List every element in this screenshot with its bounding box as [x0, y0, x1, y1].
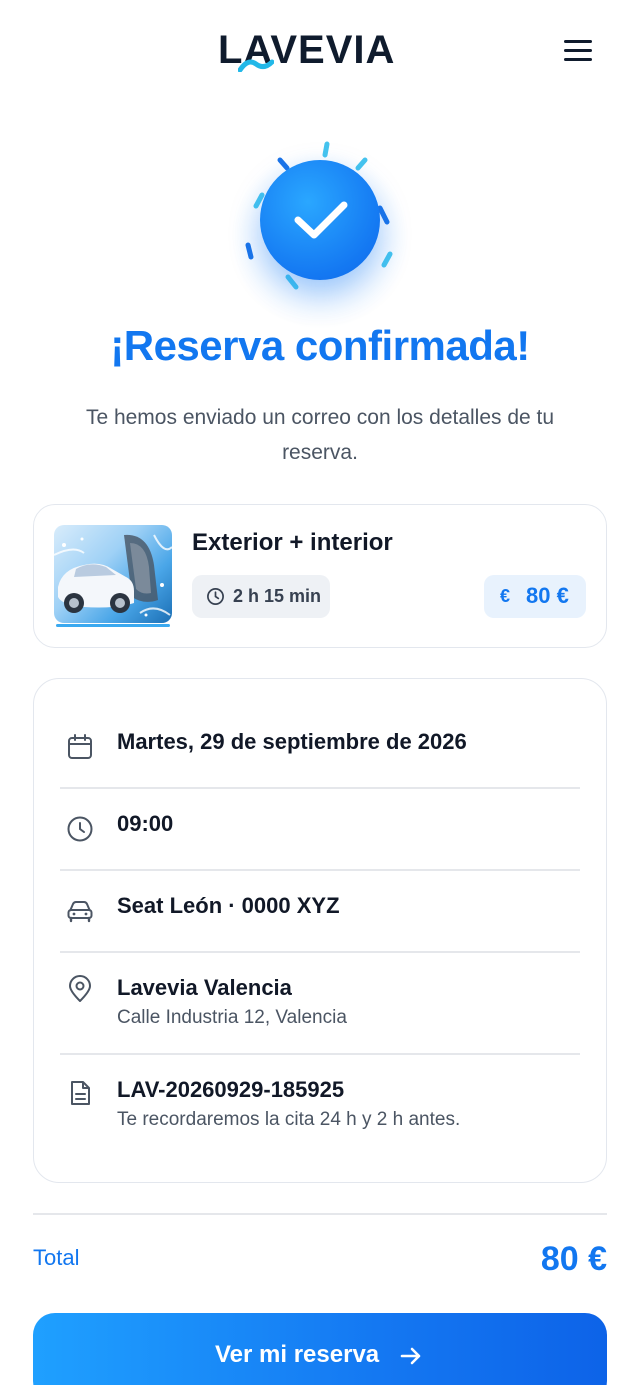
duration-badge: 2 h 15 min [192, 575, 330, 618]
detail-row-time: 09:00 [60, 811, 580, 851]
detail-row-date: Martes, 29 de septiembre de 2026 [60, 729, 580, 769]
page-title: ¡Reserva confirmada! [110, 322, 530, 369]
checkmark-icon [294, 201, 348, 239]
reminder-note: Te recordaremos la cita 24 h y 2 h antes… [117, 1109, 461, 1130]
location-name: Lavevia Valencia [117, 975, 292, 1000]
location-address: Calle Industria 12, Valencia [117, 1007, 347, 1028]
divider [33, 1213, 607, 1215]
clock-icon [67, 816, 93, 842]
detail-row-location: Lavevia Valencia Calle Industria 12, Val… [60, 975, 580, 1035]
image-accent-line [56, 624, 170, 627]
booking-reference: LAV-20260929-185925 [117, 1077, 345, 1102]
booking-time: 09:00 [117, 811, 174, 836]
brand-logo[interactable]: LAVEVIA [218, 28, 422, 72]
service-summary-card[interactable]: Exterior + interior 2 h 15 min € 80 € [33, 504, 607, 648]
divider [60, 951, 580, 953]
car-wash-image [54, 525, 172, 623]
divider [60, 869, 580, 871]
booking-details-card: Martes, 29 de septiembre de 2026 09:00 S… [33, 678, 607, 1183]
arrow-right-icon [400, 1347, 421, 1365]
service-name: Exterior + interior [192, 529, 393, 556]
success-check-circle [260, 160, 380, 280]
divider [60, 787, 580, 789]
booking-date: Martes, 29 de septiembre de 2026 [117, 729, 467, 754]
calendar-icon [68, 734, 92, 759]
price-text: 80 € [526, 583, 569, 608]
view-booking-label: Ver mi reserva [215, 1341, 380, 1368]
document-icon [71, 1081, 90, 1105]
duration-text: 2 h 15 min [233, 586, 322, 606]
hamburger-menu-icon[interactable] [558, 34, 598, 68]
detail-row-reference: LAV-20260929-185925 Te recordaremos la c… [60, 1077, 580, 1137]
divider [60, 1053, 580, 1055]
view-booking-button[interactable]: Ver mi reserva [33, 1313, 607, 1385]
confirmation-subtitle: Te hemos enviado un correo con los detal… [85, 406, 555, 464]
confirmation-hero [0, 130, 640, 330]
euro-icon: € [500, 586, 511, 606]
location-pin-icon [69, 975, 91, 1002]
price-badge: € 80 € [484, 575, 586, 618]
detail-row-vehicle: Seat León · 0000 XYZ [60, 893, 580, 933]
booking-vehicle: Seat León · 0000 XYZ [117, 893, 340, 918]
app-header: LAVEVIA [0, 0, 640, 100]
total-label: Total [33, 1245, 80, 1270]
car-icon [67, 901, 93, 923]
total-value: 80 € [540, 1240, 607, 1278]
clock-icon [207, 588, 224, 605]
logo-wave-icon [238, 59, 274, 72]
